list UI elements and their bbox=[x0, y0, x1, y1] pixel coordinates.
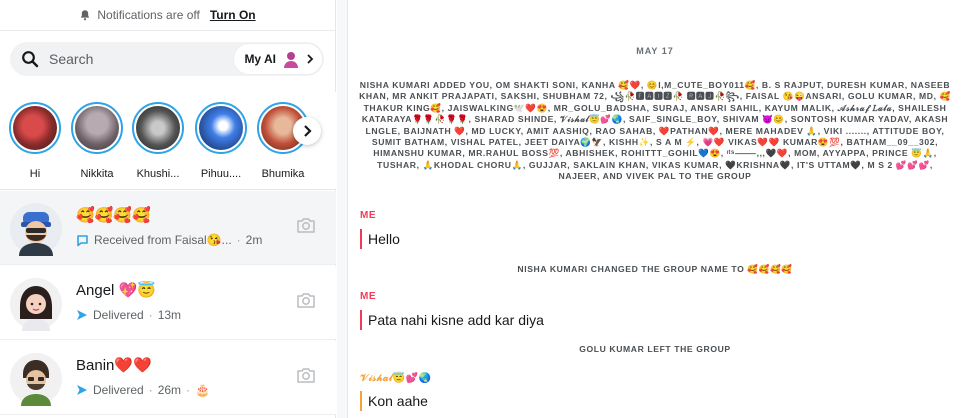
message-accent-bar bbox=[360, 229, 362, 249]
chat-name: 🥰🥰🥰🥰 bbox=[76, 207, 151, 224]
notifications-banner: Notifications are off Turn On bbox=[0, 0, 335, 31]
story-item[interactable]: Nikkita bbox=[70, 102, 124, 180]
delivered-arrow-icon bbox=[77, 310, 87, 320]
chat-time: 13m bbox=[157, 308, 182, 322]
chat-bubble-icon bbox=[77, 234, 88, 246]
camera-icon[interactable] bbox=[296, 291, 316, 309]
member-left-notice: GOLU KUMAR LEFT THE GROUP bbox=[579, 344, 731, 354]
chat-time: 26m bbox=[157, 383, 182, 397]
message-accent-bar bbox=[360, 310, 362, 330]
chevron-right-icon bbox=[304, 125, 312, 137]
story-thumbnail bbox=[75, 106, 119, 150]
my-ai-button[interactable]: My AI bbox=[234, 44, 322, 74]
separator-dot: · bbox=[148, 383, 153, 397]
stories-row: Hi Nikkita Khushi... Pihuu.... Bhumika bbox=[0, 92, 336, 190]
message-sender: ME bbox=[360, 210, 376, 221]
delivered-arrow-icon bbox=[77, 385, 87, 395]
story-name: Hi bbox=[29, 168, 41, 180]
group-renamed-notice: NISHA KUMARI CHANGED THE GROUP NAME TO 🥰… bbox=[517, 264, 793, 274]
story-thumbnail bbox=[199, 106, 243, 150]
bitmoji-avatar bbox=[10, 353, 62, 406]
pane-divider bbox=[337, 0, 347, 418]
message-bubble[interactable]: Pata nahi kisne add kar diya bbox=[360, 310, 544, 330]
date-separator: MAY 17 bbox=[636, 46, 674, 56]
chevron-right-icon bbox=[307, 54, 314, 64]
message-sender: ME bbox=[360, 291, 376, 302]
story-name: Nikkita bbox=[80, 168, 114, 180]
story-item[interactable]: Pihuu.... bbox=[194, 102, 248, 180]
my-ai-label: My AI bbox=[244, 52, 276, 66]
conversation-pane: MAY 17 NISHA KUMARI ADDED YOU, OM SHAKTI… bbox=[347, 0, 961, 418]
story-thumbnail bbox=[136, 106, 180, 150]
story-name: Khushi... bbox=[136, 168, 180, 180]
search-icon bbox=[22, 51, 39, 68]
message-text: Kon aahe bbox=[368, 393, 428, 409]
chat-list-pane: Notifications are off Turn On Search My … bbox=[0, 0, 336, 418]
camera-icon[interactable] bbox=[296, 216, 316, 234]
message-sender: 𝒱𝒾𝓈𝒽𝒶𝓁😇💕🌏 bbox=[360, 373, 432, 384]
separator-dot: · bbox=[186, 383, 191, 397]
chat-row[interactable]: 🥰🥰🥰🥰 Received from Faisal😘... · 2m bbox=[0, 191, 336, 265]
message-text: Hello bbox=[368, 231, 400, 247]
notifications-text: Notifications are off bbox=[97, 8, 200, 22]
chat-status: Delivered · 13m bbox=[76, 308, 181, 322]
message-accent-bar bbox=[360, 391, 362, 411]
group-added-notice: NISHA KUMARI ADDED YOU, OM SHAKTI SONI, … bbox=[359, 80, 951, 182]
separator-dot: · bbox=[148, 308, 153, 322]
search-input[interactable]: Search bbox=[49, 51, 234, 67]
chat-row[interactable]: Banin❤️❤️ Delivered · 26m · 🎂 bbox=[0, 341, 336, 415]
bell-slash-icon bbox=[81, 10, 90, 21]
chat-status-text: Received from Faisal😘... bbox=[94, 233, 232, 247]
snapchat-web-app: Notifications are off Turn On Search My … bbox=[0, 0, 961, 418]
chat-status-text: Delivered bbox=[93, 383, 144, 397]
chat-status-text: Delivered bbox=[93, 308, 144, 322]
chat-name: Angel 💖😇 bbox=[76, 282, 156, 299]
story-thumbnail bbox=[13, 106, 57, 150]
chat-time: 2m bbox=[245, 233, 263, 247]
birthday-badge: 🎂 bbox=[195, 383, 210, 397]
search-bar[interactable]: Search My AI bbox=[10, 42, 324, 76]
message-bubble[interactable]: Kon aahe bbox=[360, 391, 428, 411]
story-item[interactable]: Khushi... bbox=[131, 102, 185, 180]
chat-name: Banin❤️❤️ bbox=[76, 357, 152, 374]
bitmoji-avatar bbox=[10, 203, 62, 256]
turn-on-link[interactable]: Turn On bbox=[210, 8, 256, 22]
story-name: Bhumika bbox=[261, 168, 305, 180]
story-item[interactable]: Hi bbox=[8, 102, 62, 180]
camera-icon[interactable] bbox=[296, 366, 316, 384]
bitmoji-avatar bbox=[10, 278, 62, 331]
story-name: Pihuu.... bbox=[200, 168, 242, 180]
message-bubble[interactable]: Hello bbox=[360, 229, 400, 249]
separator-dot: · bbox=[236, 233, 241, 247]
chat-row[interactable]: Angel 💖😇 Delivered · 13m bbox=[0, 266, 336, 340]
stories-next-button[interactable] bbox=[293, 117, 321, 145]
message-text: Pata nahi kisne add kar diya bbox=[368, 312, 544, 328]
chat-status: Received from Faisal😘... · 2m bbox=[76, 233, 262, 247]
chat-status: Delivered · 26m · 🎂 bbox=[76, 383, 210, 397]
my-ai-avatar-icon bbox=[284, 52, 298, 68]
